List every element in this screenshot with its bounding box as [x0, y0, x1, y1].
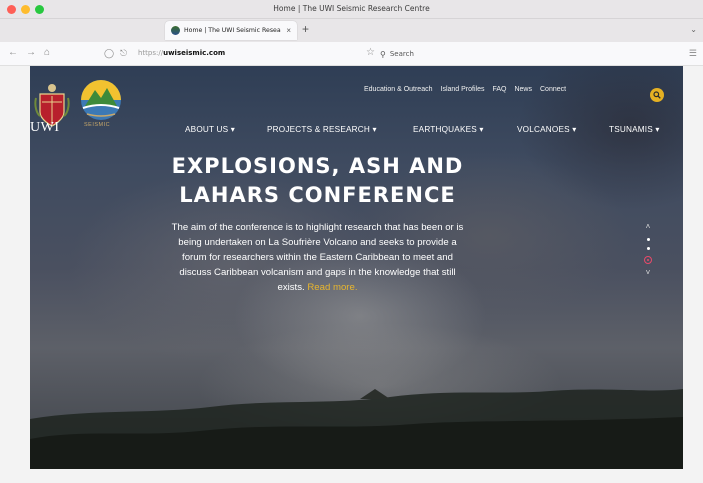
chevron-down-icon[interactable]: ⌄ [690, 25, 697, 34]
slide-dot-1[interactable] [646, 238, 650, 241]
nav-volcanoes[interactable]: VOLCANOES ▾ [517, 124, 577, 134]
seismic-logo[interactable] [78, 78, 124, 138]
window-titlebar: Home | The UWI Seismic Research Centre [0, 0, 703, 19]
chevron-up-icon[interactable]: ˄ [643, 222, 653, 232]
nav-projects-research-label: PROJECTS & RESEARCH [267, 125, 370, 134]
star-icon[interactable]: ☆ [366, 47, 375, 59]
nav-earthquakes[interactable]: EARTHQUAKES ▾ [413, 124, 484, 134]
chevron-down-icon[interactable]: ˅ [643, 268, 653, 278]
hero-description: The aim of the conference is to highligh… [165, 220, 470, 295]
utility-nav: Education & Outreach Island Profiles FAQ… [364, 86, 566, 93]
page-viewport: UWI SEISMIC Education & Outreach Island … [0, 66, 703, 483]
nav-news[interactable]: News [514, 86, 532, 93]
menu-icon[interactable]: ☰ [689, 48, 697, 59]
nav-volcanoes-label: VOLCANOES [517, 125, 570, 134]
seismic-logo-text: SEISMIC [84, 122, 111, 128]
tab-close-icon[interactable]: × [286, 26, 291, 35]
chevron-down-icon: ▾ [572, 125, 577, 134]
chevron-down-icon: ▾ [230, 125, 236, 134]
uwi-logo-text: UWI [30, 120, 60, 135]
nav-about-us-label: ABOUT US [185, 125, 229, 134]
slide-dot-2[interactable] [646, 247, 650, 250]
site-favicon-icon [171, 26, 180, 35]
url-domain: uwiseismic.com [163, 49, 226, 57]
nav-about-us[interactable]: ABOUT US ▾ [185, 124, 235, 134]
url-prefix: https:// [138, 49, 164, 57]
url-text[interactable]: https://uwiseismic.com [138, 49, 225, 57]
new-tab-button[interactable]: + [302, 22, 309, 36]
hero-title: EXPLOSIONS, ASH AND LAHARS CONFERENCE [145, 152, 490, 210]
search-input[interactable]: ⚲ Search [380, 46, 490, 62]
nav-island-profiles[interactable]: Island Profiles [441, 86, 485, 93]
shield-icon[interactable]: ◯ [104, 47, 114, 59]
back-icon[interactable]: ← [8, 47, 18, 59]
navigation-toolbar: ← → ⌂ ◯ ⎋ https://uwiseismic.com ☆ ⚲ Sea… [0, 42, 703, 66]
nav-education-outreach[interactable]: Education & Outreach [364, 86, 433, 93]
nav-tsunamis[interactable]: TSUNAMIS ▾ [609, 124, 660, 134]
nav-earthquakes-label: EARTHQUAKES [413, 125, 477, 134]
nav-projects-research[interactable]: PROJECTS & RESEARCH ▾ [267, 124, 377, 134]
home-icon[interactable]: ⌂ [44, 47, 50, 59]
site-search-button[interactable] [650, 88, 664, 102]
tab-bar: Home | The UWI Seismic Resea × + ⌄ [0, 19, 703, 42]
hero-section: UWI SEISMIC Education & Outreach Island … [30, 66, 683, 469]
chevron-down-icon: ▾ [655, 125, 660, 134]
nav-tsunamis-label: TSUNAMIS [609, 125, 653, 134]
chevron-down-icon: ▾ [372, 125, 377, 134]
tab-label: Home | The UWI Seismic Resea [184, 27, 281, 34]
window-title: Home | The UWI Seismic Research Centre [273, 4, 430, 13]
hero-title-line-1: EXPLOSIONS, ASH AND [171, 154, 464, 178]
slider-pagination: ˄ ˅ [643, 222, 653, 278]
forward-icon[interactable]: → [26, 47, 36, 59]
tab-home[interactable]: Home | The UWI Seismic Resea × [165, 21, 297, 40]
slide-dot-active[interactable] [644, 256, 652, 264]
lock-icon[interactable]: ⎋ [120, 47, 127, 59]
nav-connect[interactable]: Connect [540, 86, 566, 93]
nav-faq[interactable]: FAQ [492, 86, 506, 93]
landscape-silhouette [30, 389, 683, 469]
search-icon [653, 91, 661, 99]
read-more-link[interactable]: Read more. [307, 282, 357, 293]
search-placeholder: Search [389, 50, 414, 58]
chevron-down-icon: ▾ [479, 125, 484, 134]
search-icon: ⚲ [380, 49, 386, 59]
hero-title-line-2: LAHARS CONFERENCE [179, 183, 456, 207]
